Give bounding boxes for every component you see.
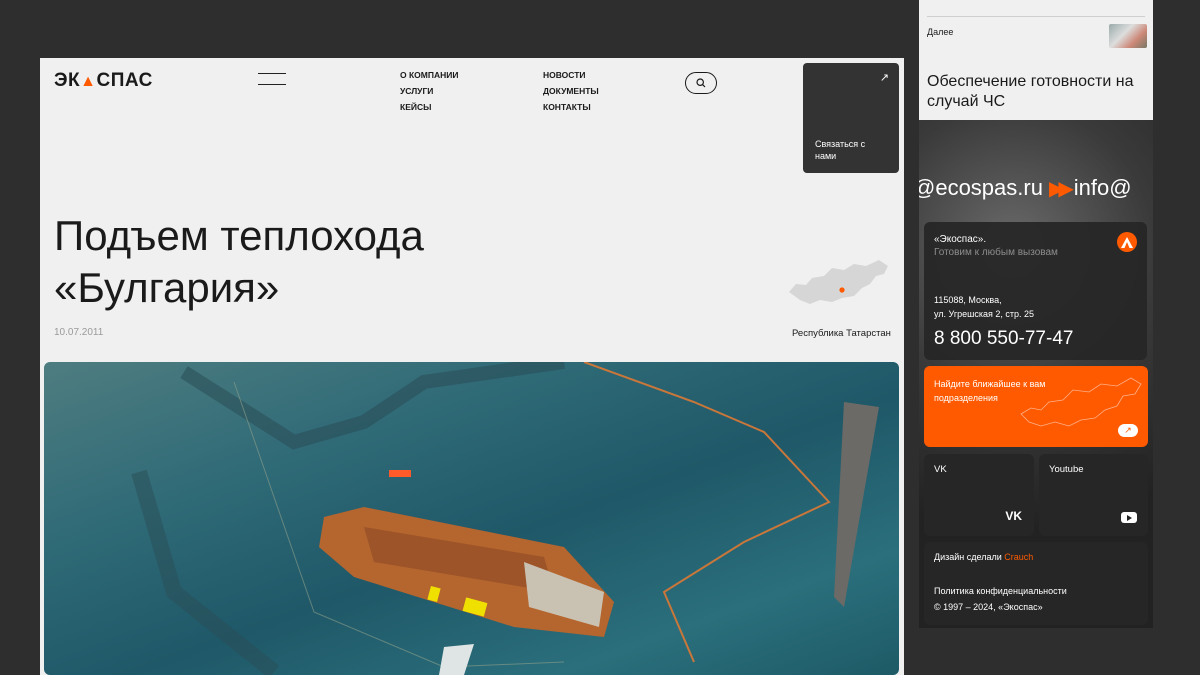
- nav-cases[interactable]: КЕЙСЫ: [400, 99, 458, 115]
- arrow-up-right-icon: ↗: [879, 72, 889, 84]
- mobile-footer: @ecospas.ru ▶▶ info@ «Экоспас». Готовим к …: [919, 120, 1153, 628]
- article-date: 10.07.2011: [54, 327, 104, 338]
- contact-us-button[interactable]: ↗ Связаться с нами: [803, 63, 899, 173]
- address-line1: 115088, Москва,: [934, 295, 1002, 305]
- find-nearest-branch-card[interactable]: Найдите ближайшее к вам подразделения ↗: [924, 366, 1148, 447]
- double-arrow-icon: ▶▶: [1048, 178, 1074, 200]
- logo-right: СПАС: [96, 70, 153, 91]
- footer-legal-card: Дизайн сделали Crauch Политика конфиденц…: [924, 542, 1148, 625]
- design-credit-prefix: Дизайн сделали: [934, 552, 1002, 562]
- copyright: © 1997 – 2024, «Экоспас»: [934, 602, 1043, 612]
- logo-triangle-icon: ▲: [80, 73, 97, 90]
- page-title: Подъем теплохода «Булгария»: [54, 212, 424, 311]
- address: 115088, Москва, ул. Угрешская 2, стр. 25: [934, 293, 1034, 321]
- mobile-next-article[interactable]: Далее Обеспечение готовности на случай Ч…: [919, 0, 1153, 120]
- logo[interactable]: ЭК▲СПАС: [54, 70, 153, 92]
- nav-menu-col2: НОВОСТИ ДОКУМЕНТЫ КОНТАКТЫ: [543, 67, 599, 115]
- next-label: Далее: [927, 27, 954, 37]
- company-slogan: Готовим к любым вызовам: [934, 247, 1058, 258]
- next-article-title[interactable]: Обеспечение готовности на случай ЧС: [927, 72, 1147, 112]
- vk-label: VK: [934, 464, 947, 475]
- russia-outline-icon: [1020, 377, 1142, 427]
- menu-burger-icon[interactable]: [258, 73, 286, 85]
- nav-documents[interactable]: ДОКУМЕНТЫ: [543, 83, 599, 99]
- ekospas-logo-icon: [1117, 232, 1137, 252]
- logo-left: ЭК: [54, 70, 81, 91]
- divider: [927, 16, 1145, 17]
- design-studio-link[interactable]: Crauch: [1004, 552, 1033, 562]
- youtube-label: Youtube: [1049, 464, 1084, 475]
- desktop-page: ЭК▲СПАС О КОМПАНИИ УСЛУГИ КЕЙСЫ НОВОСТИ …: [40, 58, 904, 675]
- region-label: Республика Татарстан: [792, 328, 891, 339]
- nav-services[interactable]: УСЛУГИ: [400, 83, 458, 99]
- vk-link[interactable]: VK VK: [924, 454, 1034, 536]
- contact-us-label: Связаться с нами: [815, 139, 866, 161]
- next-article-thumbnail[interactable]: [1109, 24, 1147, 48]
- ticker-email: @ecospas.ru: [919, 175, 1043, 200]
- youtube-link[interactable]: Youtube: [1039, 454, 1148, 536]
- russia-map-icon: [789, 260, 888, 304]
- company-info-card: «Экоспас». Готовим к любым вызовам 11508…: [924, 222, 1147, 360]
- address-line2: ул. Угрешская 2, стр. 25: [934, 309, 1035, 319]
- nav-menu-col1: О КОМПАНИИ УСЛУГИ КЕЙСЫ: [400, 67, 458, 115]
- nav-news[interactable]: НОВОСТИ: [543, 67, 599, 83]
- email-ticker[interactable]: @ecospas.ru ▶▶ info@: [919, 175, 1132, 201]
- privacy-policy-link[interactable]: Политика конфиденциальности: [934, 586, 1067, 596]
- design-credit: Дизайн сделали Crauch: [934, 552, 1033, 562]
- nav-about[interactable]: О КОМПАНИИ: [400, 67, 458, 83]
- phone-number[interactable]: 8 800 550-77-47: [934, 328, 1073, 350]
- search-icon: [696, 78, 706, 88]
- company-name: «Экоспас».: [934, 234, 987, 245]
- arrow-up-right-icon[interactable]: ↗: [1118, 424, 1138, 437]
- nav-contacts[interactable]: КОНТАКТЫ: [543, 99, 599, 115]
- hero-image: [44, 362, 899, 675]
- ticker-email-tail: info@: [1073, 175, 1132, 200]
- youtube-icon: [1121, 512, 1137, 523]
- vk-icon: VK: [1005, 509, 1022, 523]
- search-button[interactable]: [685, 72, 717, 94]
